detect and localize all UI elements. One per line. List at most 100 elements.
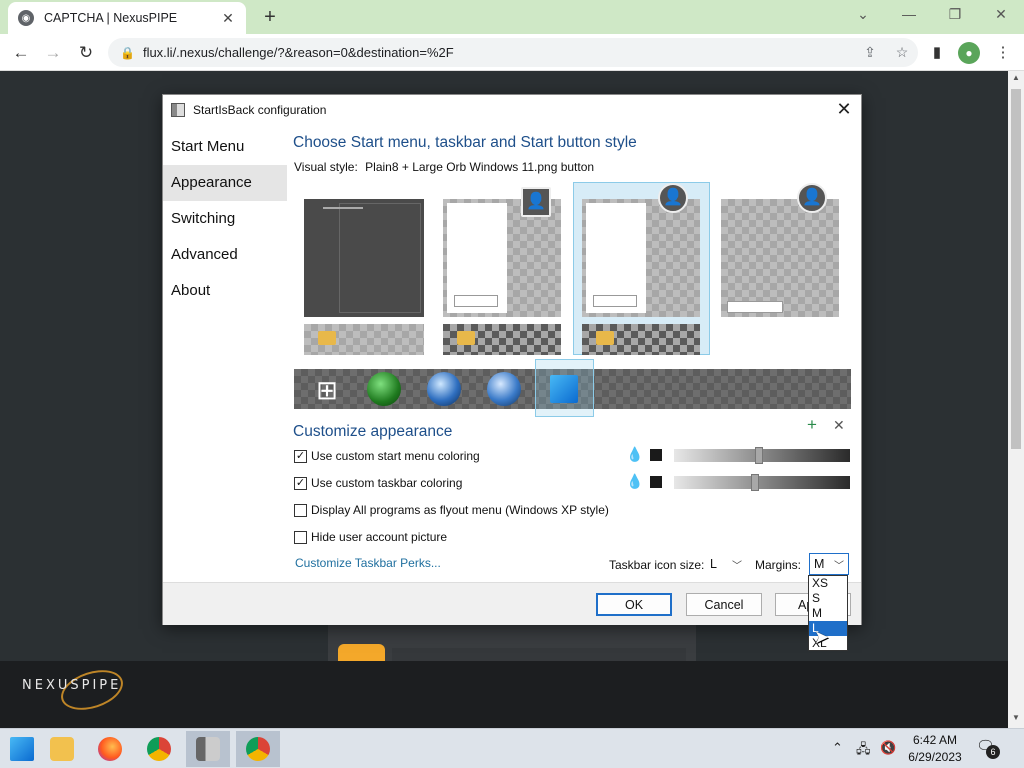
page-bar [392,648,686,662]
checkbox-label: Use custom start menu coloring [311,449,480,463]
transparency-drop-icon[interactable]: 💧 [626,473,643,490]
sidebar-item-advanced[interactable]: Advanced [163,237,287,273]
windows7-orb-icon[interactable] [427,372,461,406]
back-icon[interactable]: ← [8,40,34,66]
tab-title: CAPTCHA | NexusPIPE [44,11,178,25]
notifications-icon[interactable]: 🗨 6 [976,737,1000,759]
checkbox-box[interactable]: ✓ [294,476,307,490]
start-menu-color-swatch[interactable] [650,449,662,461]
margins-option-m[interactable]: M [809,606,847,621]
icon-size-value: L [710,557,717,571]
taskbar-chrome-window[interactable] [236,731,280,767]
scroll-thumb[interactable] [1011,89,1021,449]
tray-overflow-icon[interactable]: ⌃ [832,740,843,756]
clock-date: 6/29/2023 [908,750,962,764]
customize-taskbar-perks-link[interactable]: Customize Taskbar Perks... [295,556,441,570]
taskbar-startisback[interactable] [186,731,230,767]
new-tab-button[interactable]: + [258,6,282,28]
transparency-drop-icon[interactable]: 💧 [626,446,643,463]
checkbox-label: Use custom taskbar coloring [311,476,463,490]
icon-size-select[interactable]: L ﹀ [706,553,746,575]
customize-section-title: Customize appearance [293,423,453,440]
margins-value: M [814,557,825,571]
margins-option-s[interactable]: S [809,591,847,606]
browser-menu-icon[interactable]: ⋮ [990,40,1016,66]
profile-avatar[interactable]: ● [958,42,980,64]
dialog-button-bar: OK Cancel Apply [163,582,861,625]
file-explorer-icon [50,737,74,761]
slider-handle[interactable] [755,447,763,464]
start-menu-opacity-slider[interactable] [674,447,850,464]
forward-icon[interactable]: → [40,40,66,66]
sidebar-item-start-menu[interactable]: Start Menu [163,129,287,165]
style-section-title: Choose Start menu, taskbar and Start but… [293,134,637,151]
checkbox-hide-user-picture[interactable]: Hide user account picture [294,530,447,544]
checkbox-box[interactable] [294,503,307,517]
dialog-title: StartIsBack configuration [193,103,327,117]
sidebar-item-appearance[interactable]: Appearance [163,165,287,201]
windows10-logo-icon[interactable]: ⊞ [310,373,344,407]
startisback-dialog: StartIsBack configuration ✕ Start Menu A… [162,94,862,625]
dialog-titlebar: StartIsBack configuration [163,95,861,125]
sidebar-item-about[interactable]: About [163,273,287,309]
browser-tab-strip: ◉ CAPTCHA | NexusPIPE ✕ + ⌄ — ❐ ✕ [0,0,1024,34]
browser-tab[interactable]: ◉ CAPTCHA | NexusPIPE ✕ [8,2,246,34]
mouse-pointer-icon: ➤ [814,627,830,647]
nexuspipe-logo: NEXUSPIPE [22,678,122,693]
browser-toolbar: ← → ↻ 🔒 flux.li/.nexus/challenge/?&reaso… [0,34,1024,71]
sidebar-nav: Start Menu Appearance Switching Advanced… [163,129,287,309]
taskbar-opacity-slider[interactable] [674,474,850,491]
slider-handle[interactable] [751,474,759,491]
checkbox-box[interactable] [294,530,307,544]
taskbar-firefox[interactable] [88,731,132,767]
user-avatar-icon: 👤 [658,183,688,213]
margins-option-xs[interactable]: XS [809,576,847,591]
checkbox-custom-start-menu-coloring[interactable]: ✓ Use custom start menu coloring [294,449,480,463]
start-button[interactable] [0,731,44,767]
checkbox-flyout-menu[interactable]: Display All programs as flyout menu (Win… [294,503,609,517]
taskbar-chrome[interactable] [137,731,181,767]
cancel-button[interactable]: Cancel [686,593,762,616]
ok-button[interactable]: OK [596,593,672,616]
tab-search-icon[interactable]: ⌄ [848,4,878,24]
checkbox-label: Display All programs as flyout menu (Win… [311,503,609,517]
checkbox-label: Hide user account picture [311,530,448,544]
windows-taskbar: ⌃ 🖧 🔇 6:42 AM 6/29/2023 🗨 6 [0,728,1024,768]
checkbox-custom-taskbar-coloring[interactable]: ✓ Use custom taskbar coloring [294,476,462,490]
taskbar-color-swatch[interactable] [650,476,662,488]
sidebar-item-switching[interactable]: Switching [163,201,287,237]
address-url[interactable]: flux.li/.nexus/challenge/?&reason=0&dest… [143,45,854,60]
address-bar[interactable]: 🔒 flux.li/.nexus/challenge/?&reason=0&de… [108,38,918,67]
clock-time: 6:42 AM [912,733,958,747]
reload-icon[interactable]: ↻ [73,40,99,66]
side-panel-icon[interactable]: ▮ [924,40,950,66]
scroll-down-icon[interactable]: ▼ [1008,713,1024,722]
remove-button-icon[interactable]: ✕ [833,417,845,434]
page-scrollbar[interactable]: ▲ ▼ [1008,71,1024,728]
margins-label: Margins: [755,558,802,572]
bookmark-star-icon[interactable]: ☆ [886,44,918,61]
volume-muted-icon[interactable]: 🔇 [880,740,896,756]
checkbox-box[interactable]: ✓ [294,449,307,463]
page-footer [0,661,1008,728]
dialog-close-icon[interactable]: ✕ [833,99,855,120]
share-icon[interactable]: ⇪ [854,44,886,61]
taskbar-clock[interactable]: 6:42 AM 6/29/2023 [905,732,965,766]
lock-icon[interactable]: 🔒 [120,46,135,60]
margins-select[interactable]: M ﹀ [809,553,849,575]
visual-style-value: Plain8 + Large Orb Windows 11.png button [365,160,595,174]
windows-vista-orb-icon[interactable] [487,372,521,406]
visual-style-label: Visual style: [294,160,358,174]
chevron-down-icon: ﹀ [834,560,844,572]
minimize-icon[interactable]: — [894,4,924,24]
add-button-icon[interactable]: + [807,415,817,435]
notification-count-badge: 6 [986,745,1000,759]
scroll-up-icon[interactable]: ▲ [1008,73,1024,82]
tab-close-icon[interactable]: ✕ [220,10,236,27]
clover-orb-icon[interactable] [367,372,401,406]
window-close-icon[interactable]: ✕ [986,4,1016,24]
restore-icon[interactable]: ❐ [940,4,970,24]
windows11-logo-icon[interactable] [550,375,578,403]
network-icon[interactable]: 🖧 [856,740,871,762]
taskbar-file-explorer[interactable] [40,731,84,767]
